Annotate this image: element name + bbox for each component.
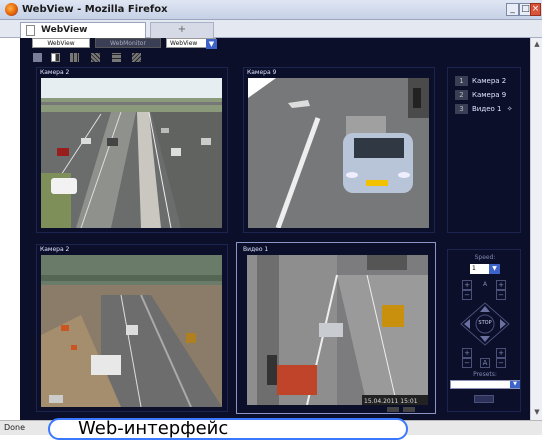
chevron-down-icon: ▼ [489,264,500,274]
zoom-out-left-button[interactable]: − [462,290,472,300]
zoom-out-right-button[interactable]: − [496,290,506,300]
iris-open-button[interactable]: − [496,358,506,368]
fullscreen-icon[interactable] [403,407,415,412]
video-panel-1[interactable]: Камера 2 [36,67,228,233]
presets-label: Presets: [473,371,497,378]
active-stream-icon: ✧ [506,105,513,113]
webview-button[interactable]: WebView [32,38,90,48]
stop-button[interactable]: STOP [475,320,495,326]
focus-near-button[interactable]: + [462,348,472,358]
layout-4x4-icon[interactable] [91,53,100,62]
focus-far-button[interactable]: + [496,348,506,358]
view-select-value: WebView [170,40,198,47]
chevron-down-icon: ▼ [206,39,217,49]
speed-label: Speed: [474,254,496,261]
camera-feed-interchange [41,255,222,407]
ptz-controls-panel: Speed: 1 ▼ + A + − − STOP + + − A − Pres… [447,249,521,412]
video-timestamp: 15.04.2011 15:01 [364,398,418,405]
new-tab-button[interactable]: + [150,22,214,38]
camera-feed-roadwork: 15.04.2011 15:01 [247,255,428,405]
panel-2-label: Камера 9 [247,69,277,76]
auto-button[interactable]: A [480,358,490,368]
video-panel-2[interactable]: Камера 9 [243,67,435,233]
preset-go-button[interactable] [474,395,494,403]
video-panel-3[interactable]: Камера 2 [36,244,228,412]
zoom-in-right-button[interactable]: + [496,280,506,290]
camera-list-item-3[interactable]: 3 Видео 1 ✧ [455,104,513,114]
layout-1x1-icon[interactable] [33,53,42,62]
camera-list-item-1[interactable]: 1 Камера 2 [455,76,506,86]
camera-list-item-2[interactable]: 2 Камера 9 [455,90,506,100]
caption-label: Web-интерфейс [48,418,408,440]
view-select[interactable]: WebView ▼ [166,38,217,49]
chevron-down-icon: ▼ [510,381,520,388]
status-text: Done [4,423,26,432]
layout-6-icon[interactable] [132,53,141,62]
left-gutter [0,38,20,420]
scroll-down-icon[interactable]: ▼ [532,408,542,418]
scroll-up-icon[interactable]: ▲ [532,40,542,50]
video-panel-4[interactable]: Видео 1 15.04.2011 15:01 [236,242,436,414]
window-title: WebView - Mozilla Firefox [22,4,168,15]
minimize-icon[interactable]: _ [506,3,519,16]
speed-select[interactable]: 1 ▼ [470,264,500,274]
tab-strip: WebView + [0,20,542,38]
zoom-in-left-button[interactable]: + [462,280,472,290]
window-titlebar: WebView - Mozilla Firefox _ □ × [0,0,542,20]
page-icon [26,25,35,36]
pause-icon[interactable] [387,407,399,412]
panel-1-label: Камера 2 [40,69,70,76]
layout-3x3-icon[interactable] [70,53,79,62]
layout-5-icon[interactable] [112,53,121,62]
zoom-label: A [482,281,488,288]
layout-2x2-icon[interactable] [51,53,60,62]
firefox-icon [5,3,18,16]
camera-feed-highway [41,78,222,228]
presets-select[interactable]: ▼ [450,380,520,389]
panel-4-label: Видео 1 [243,246,269,253]
tab-webview[interactable]: WebView [20,22,146,38]
camera-list-panel: 1 Камера 2 2 Камера 9 3 Видео 1 ✧ [447,67,521,233]
vertical-scrollbar[interactable]: ▲ ▼ [530,38,542,420]
iris-close-button[interactable]: − [462,358,472,368]
panel-3-label: Камера 2 [40,246,70,253]
webmonitor-button[interactable]: WebMonitor [95,38,161,48]
camera-feed-car [248,78,429,228]
close-icon[interactable]: × [530,3,541,16]
tab-webview-label: WebView [41,25,88,35]
